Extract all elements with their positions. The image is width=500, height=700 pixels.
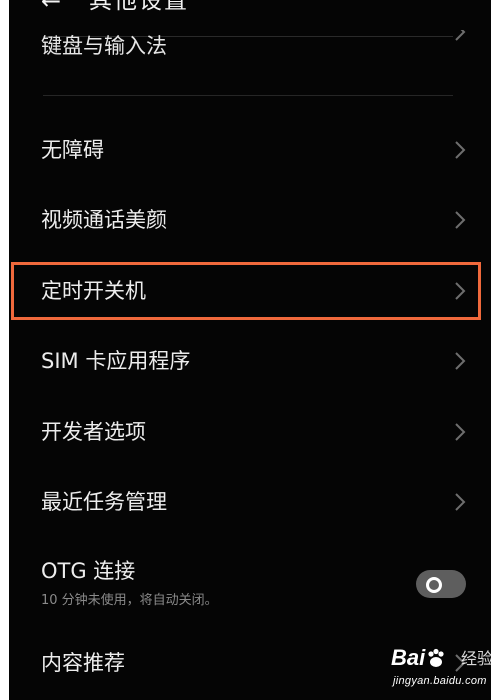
settings-item-keyboard-input[interactable]: 键盘与输入法: [41, 30, 471, 62]
settings-item-scheduled-power[interactable]: 定时开关机: [9, 261, 491, 321]
settings-item-label: 键盘与输入法: [41, 34, 167, 58]
paw-icon: [425, 647, 447, 669]
settings-item-developer-options[interactable]: 开发者选项: [9, 402, 491, 462]
settings-item-accessibility[interactable]: 无障碍: [9, 120, 491, 180]
chevron-right-icon: [453, 140, 467, 160]
settings-item-label: 最近任务管理: [41, 490, 167, 514]
watermark-logo: Bai: [391, 644, 447, 672]
watermark-url: jingyan.baidu.com: [393, 675, 487, 687]
settings-screen: ← 其他设置 键盘与输入法 无障碍 视频通话美颜 定时开关机 SIM 卡应用程序: [9, 0, 491, 700]
chevron-right-icon: [453, 210, 467, 230]
watermark-jingyan: 经验: [461, 649, 491, 668]
back-arrow-icon[interactable]: ←: [41, 0, 61, 18]
settings-item-label: 内容推荐: [41, 651, 125, 675]
chevron-right-icon: [453, 30, 467, 42]
settings-item-label: OTG 连接: [41, 559, 136, 583]
settings-item-label: 视频通话美颜: [41, 208, 167, 232]
settings-item-otg[interactable]: OTG 连接 10 分钟未使用，将自动关闭。: [9, 553, 491, 613]
settings-item-label: 开发者选项: [41, 420, 146, 444]
otg-toggle[interactable]: [416, 570, 466, 598]
settings-item-label: 定时开关机: [41, 279, 146, 303]
baidu-jingyan-watermark: Bai 经验 jingyan.baidu.com: [391, 644, 491, 692]
settings-item-sim-apps[interactable]: SIM 卡应用程序: [9, 331, 491, 391]
chevron-right-icon: [453, 422, 467, 442]
toggle-knob: [426, 577, 442, 593]
chevron-right-icon: [453, 492, 467, 512]
chevron-right-icon: [453, 281, 467, 301]
settings-item-recent-tasks[interactable]: 最近任务管理: [9, 472, 491, 532]
section-divider: [43, 95, 453, 96]
chevron-right-icon: [453, 351, 467, 371]
settings-item-description: 10 分钟未使用，将自动关闭。: [41, 593, 218, 608]
settings-item-label: SIM 卡应用程序: [41, 349, 191, 373]
header: ← 其他设置: [9, 0, 491, 18]
page-title: 其他设置: [89, 0, 189, 14]
settings-item-video-call-beauty[interactable]: 视频通话美颜: [9, 190, 491, 250]
settings-item-label: 无障碍: [41, 138, 104, 162]
